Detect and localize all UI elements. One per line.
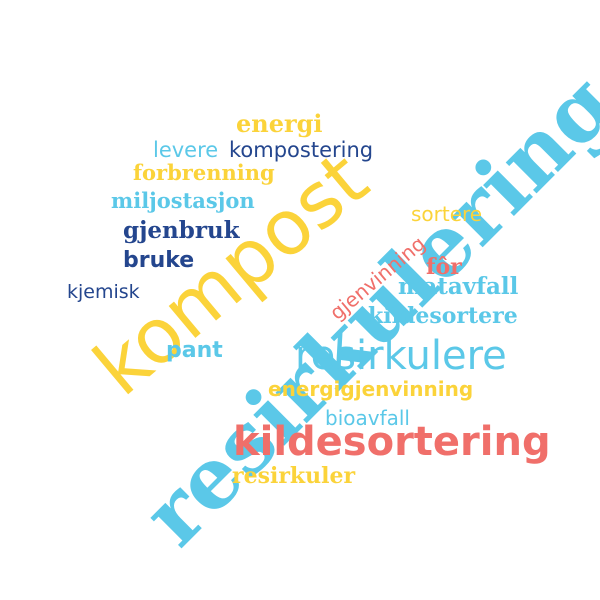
word-sortere: sortere bbox=[411, 202, 483, 226]
word-forbrenning: forbrenning bbox=[133, 160, 275, 185]
word-levere: levere bbox=[153, 138, 219, 162]
word-resirkuler: resirkuler bbox=[232, 463, 356, 489]
word-kompostering: kompostering bbox=[229, 138, 374, 162]
word-energi: energi bbox=[236, 109, 323, 138]
word-resirkulere: resirkulere bbox=[295, 333, 507, 379]
word-bruke: bruke bbox=[123, 248, 195, 273]
word-pant: pant bbox=[166, 338, 223, 363]
word-cloud: resirkulering kompost gjenvinning energi… bbox=[0, 0, 600, 600]
word-matavfall: matavfall bbox=[398, 273, 519, 300]
word-miljostasjon: miljostasjon bbox=[111, 188, 255, 213]
word-kildesortere: kildesortere bbox=[368, 303, 518, 329]
word-kildesortering: kildesortering bbox=[233, 419, 551, 465]
word-gjenbruk: gjenbruk bbox=[123, 217, 240, 244]
word-energigjenvinning: energigjenvinning bbox=[268, 377, 474, 401]
word-kjemisk: kjemisk bbox=[67, 281, 140, 303]
